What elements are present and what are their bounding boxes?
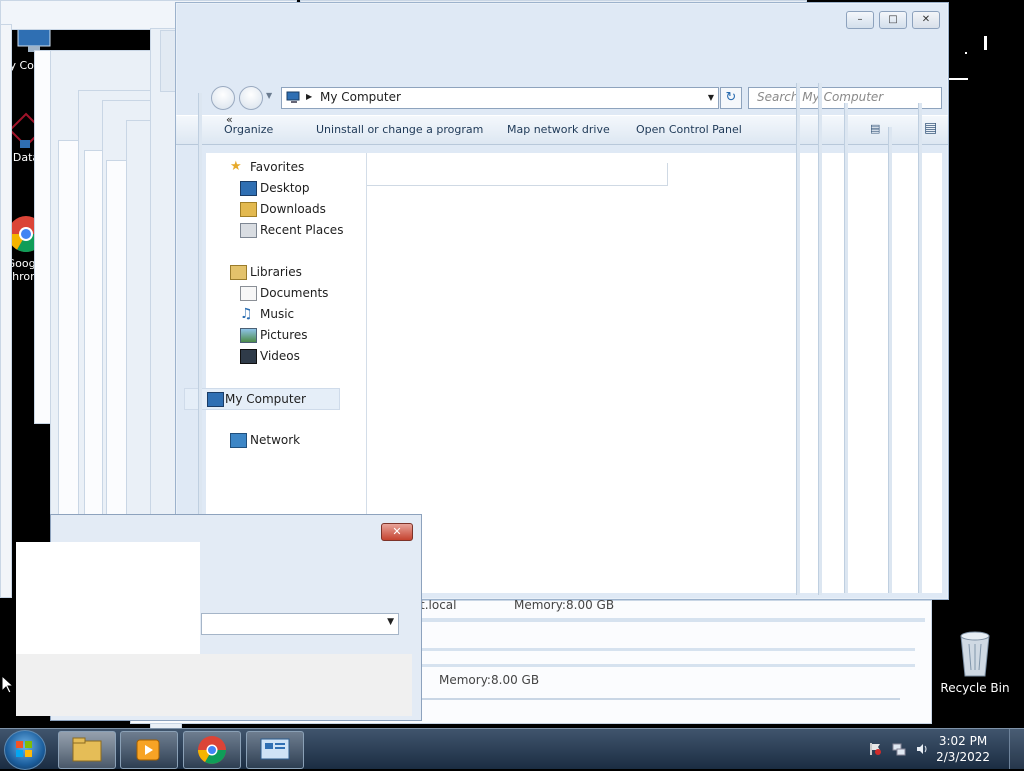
ghost-border	[796, 83, 800, 595]
nav-recent-places[interactable]: Recent Places	[240, 220, 370, 240]
nav-desktop[interactable]: Desktop	[240, 178, 370, 198]
taskbar-explorer-button[interactable]	[58, 731, 116, 769]
memory-value: 8.00 GB	[491, 673, 540, 687]
ghost-border	[918, 103, 922, 593]
media-player-icon	[136, 739, 160, 761]
network-icon	[230, 433, 247, 448]
memory-label: Memory:	[439, 673, 491, 687]
nav-network[interactable]: Network	[230, 430, 370, 450]
nav-documents[interactable]: Documents	[240, 283, 370, 303]
nav-videos[interactable]: Videos	[240, 346, 370, 366]
action-center-flag-icon[interactable]	[868, 742, 882, 756]
breadcrumb-separator-icon[interactable]: ▶	[306, 92, 312, 101]
content-area[interactable]	[367, 153, 942, 593]
computer-icon	[207, 392, 224, 407]
system-info-icon	[260, 738, 290, 760]
forward-button[interactable]	[239, 86, 263, 110]
recycle-bin-icon	[960, 631, 990, 677]
address-dropdown-icon[interactable]: ▼	[708, 93, 714, 102]
memory-value: 8.00 GB	[566, 598, 615, 612]
address-bar[interactable]: ▶ My Computer ▼	[281, 87, 719, 109]
ghost-strip	[420, 664, 915, 667]
breadcrumb[interactable]: My Computer	[320, 90, 401, 104]
pictures-icon	[240, 328, 257, 343]
taskbar-media-player-button[interactable]	[120, 731, 178, 769]
minimize-button[interactable]: –	[846, 11, 874, 29]
recent-pages-chevron-icon[interactable]: ▼	[266, 91, 272, 100]
collapse-chevron-icon[interactable]: «	[226, 113, 233, 126]
documents-icon	[240, 286, 257, 301]
taskbar-system-info-button[interactable]	[246, 731, 304, 769]
nav-downloads[interactable]: Downloads	[240, 199, 370, 219]
domain-text: t.local	[420, 598, 457, 612]
music-note-icon: ♫	[240, 306, 253, 322]
clock-time: 3:02 PM	[938, 734, 988, 748]
uninstall-program-button[interactable]: Uninstall or change a program	[316, 123, 483, 136]
desktop-icon-recycle-bin[interactable]: Recycle Bin	[940, 630, 1010, 695]
taskbar: 3:02 PM 2/3/2022	[0, 728, 1024, 770]
ghost-strip	[965, 52, 967, 54]
ghost-window	[0, 24, 12, 598]
desktop-icon	[240, 181, 257, 196]
back-button[interactable]	[211, 86, 235, 110]
computer-icon	[286, 91, 300, 103]
film-strip-icon	[240, 349, 257, 364]
memory-label: Memory:	[514, 598, 566, 612]
mouse-cursor-icon	[2, 676, 14, 694]
maximize-button[interactable]: □	[879, 11, 907, 29]
ghost-border	[888, 127, 892, 593]
ghost-border	[844, 103, 848, 593]
nav-music[interactable]: ♫ Music	[240, 304, 370, 324]
windows-logo-icon	[16, 741, 32, 757]
clock-date: 2/3/2022	[936, 750, 990, 764]
downloads-folder-icon	[240, 202, 257, 217]
map-network-drive-button[interactable]: Map network drive	[507, 123, 610, 136]
ghost-strip	[984, 36, 987, 50]
explorer-window[interactable]: – □ ✕ ▼ ▶ My Computer ▼ ↻ Search My Comp…	[175, 2, 949, 600]
clock[interactable]: 3:02 PM 2/3/2022	[936, 733, 990, 765]
volume-icon[interactable]	[915, 742, 929, 756]
star-icon: ★	[230, 159, 242, 174]
taskbar-chrome-button[interactable]	[183, 731, 241, 769]
dropdown-select[interactable]: ▼	[201, 613, 399, 635]
recent-places-icon	[240, 223, 257, 238]
libraries-icon	[230, 265, 247, 280]
nav-favorites[interactable]: ★ Favorites	[230, 157, 370, 177]
ghost-header-line	[367, 163, 668, 186]
blank-panel	[16, 654, 412, 716]
view-options-icon[interactable]: ▤	[870, 122, 880, 135]
open-control-panel-button[interactable]: Open Control Panel	[636, 123, 742, 136]
close-button[interactable]: ✕	[912, 11, 940, 29]
nav-libraries[interactable]: Libraries	[230, 262, 370, 282]
ghost-border	[818, 83, 822, 595]
nav-my-computer[interactable]: My Computer	[184, 388, 340, 410]
desktop-icon-label: Recycle Bin	[940, 681, 1010, 695]
network-tray-icon[interactable]	[892, 742, 906, 756]
start-button[interactable]	[4, 730, 46, 770]
chrome-icon	[198, 736, 226, 764]
command-bar: Organize Uninstall or change a program M…	[176, 115, 948, 145]
nav-pictures[interactable]: Pictures	[240, 325, 370, 345]
show-desktop-button[interactable]	[1009, 729, 1024, 769]
preview-pane-icon[interactable]: ▤	[924, 120, 937, 136]
ghost-strip	[420, 648, 915, 651]
blank-panel	[16, 542, 200, 654]
dropdown-arrow-icon[interactable]: ▼	[387, 617, 394, 627]
ghost-strip	[420, 618, 925, 622]
dialog-close-button[interactable]: ✕	[381, 523, 413, 541]
refresh-button[interactable]: ↻	[720, 87, 742, 109]
folder-icon	[72, 737, 102, 762]
ghost-strip	[420, 698, 900, 700]
